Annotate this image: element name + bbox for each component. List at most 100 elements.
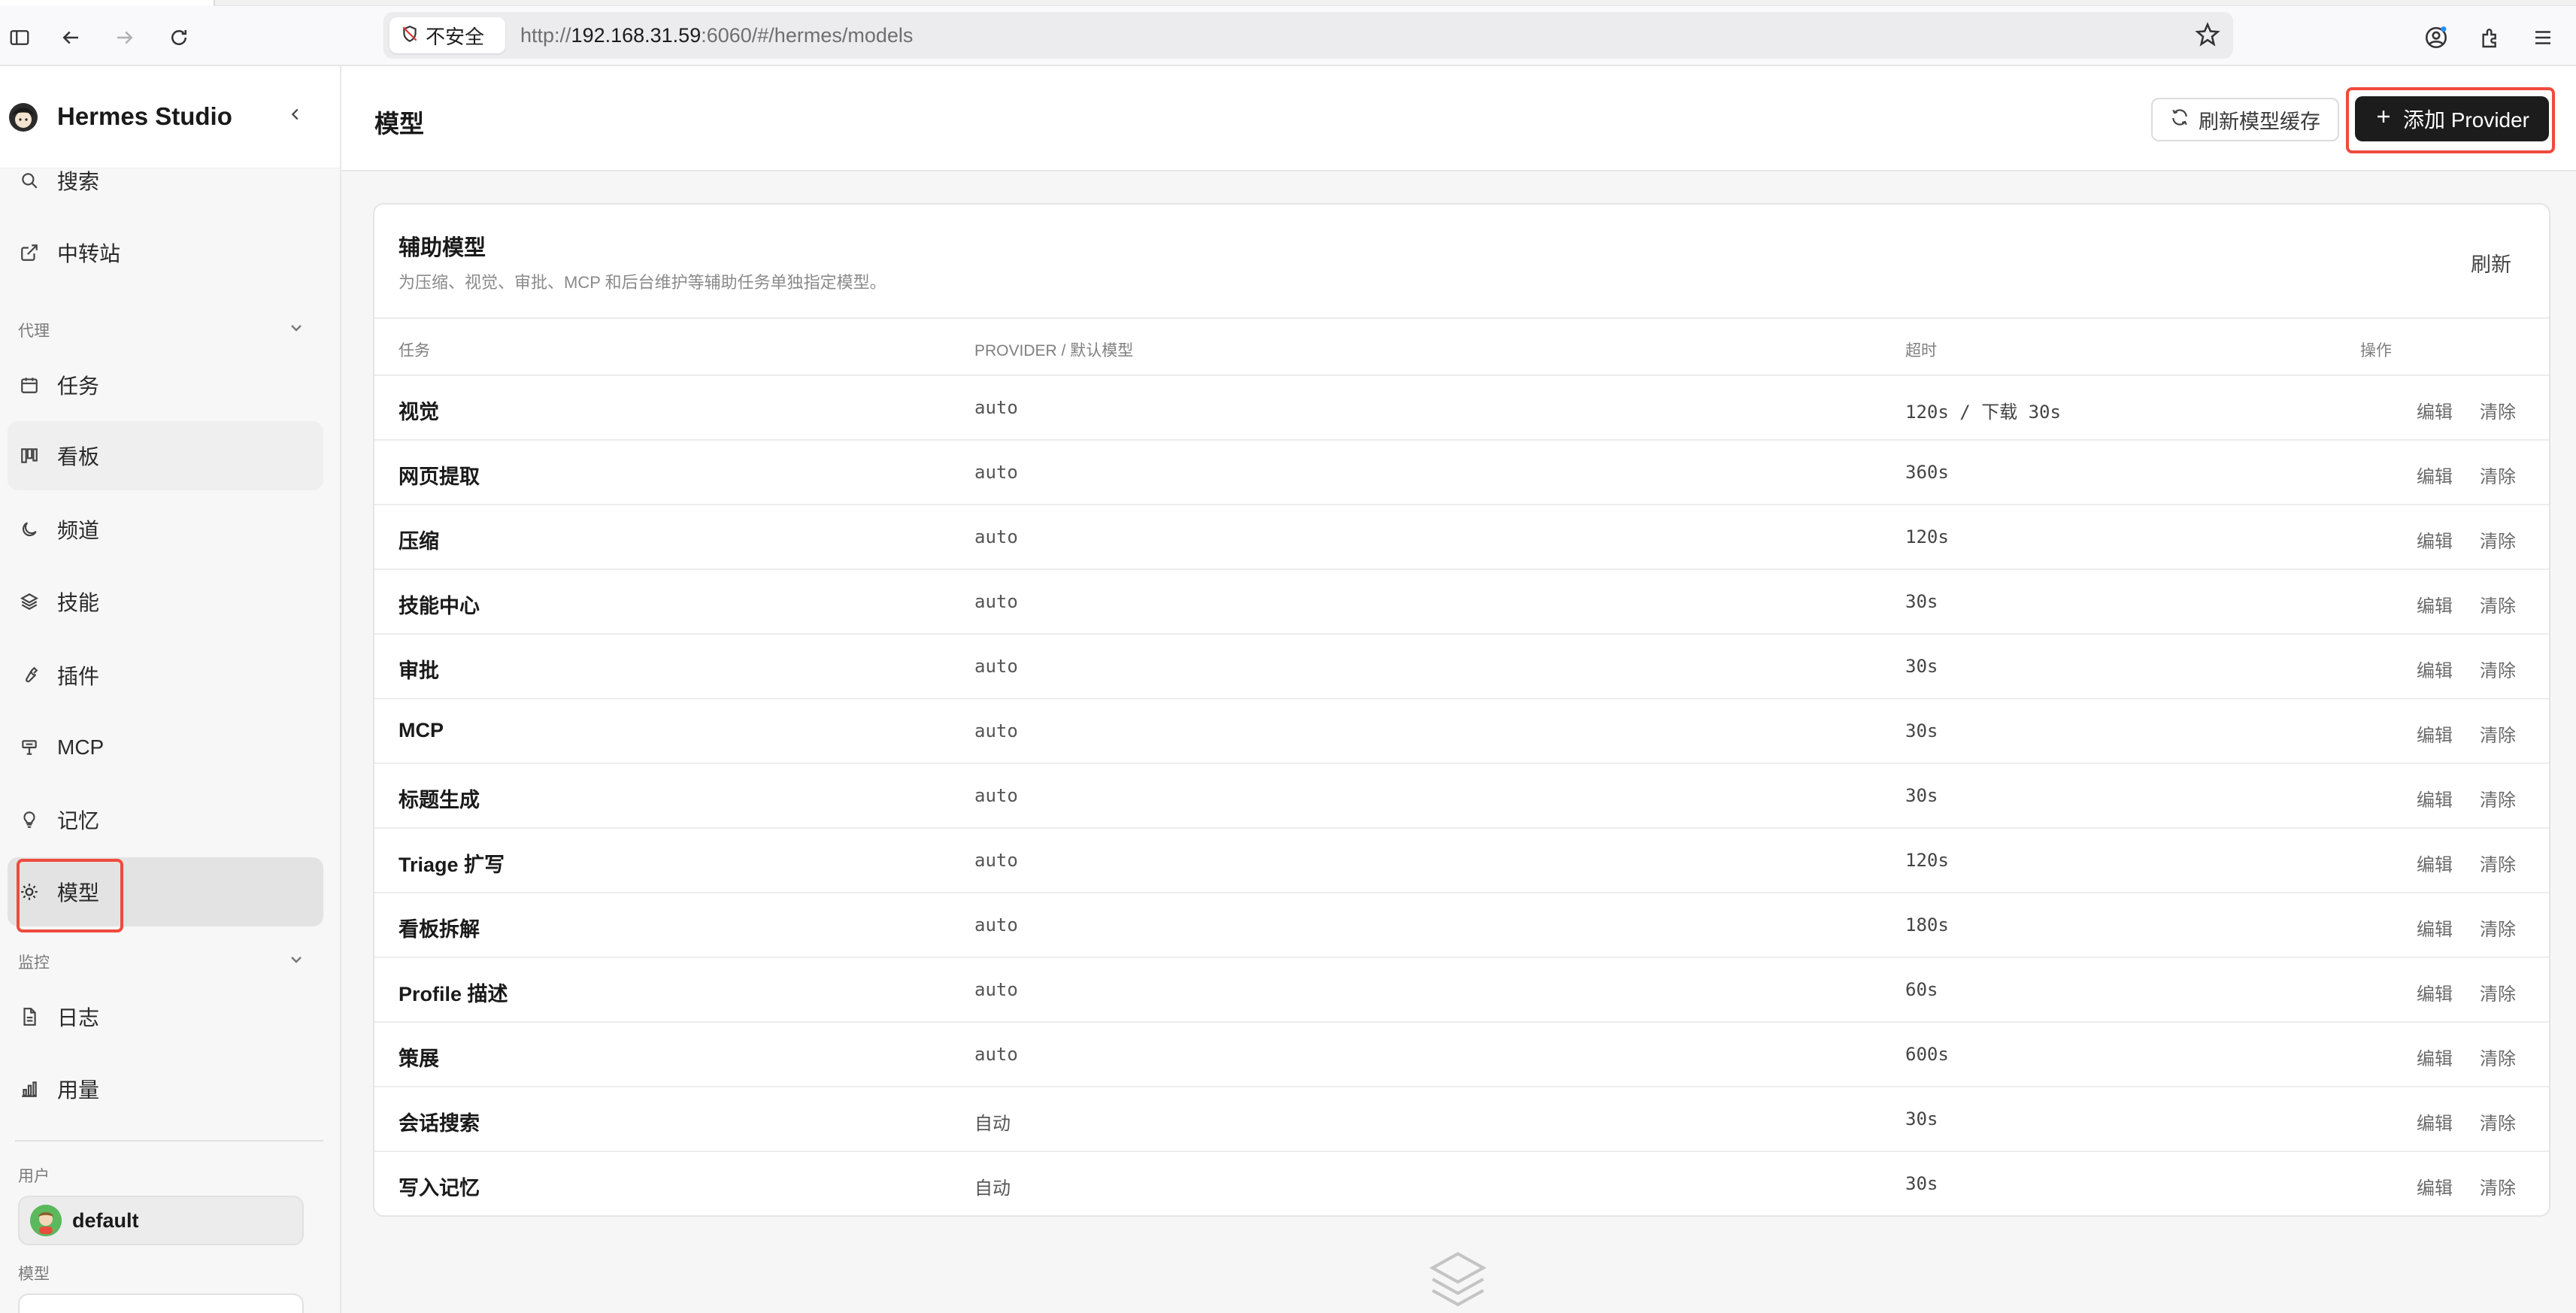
provider-value: auto [974,526,1018,547]
sidebar-item-label: 记忆 [57,809,100,832]
timeout-value: 360s [1905,462,1949,483]
menu-icon[interactable] [2526,21,2559,54]
shield-warning-icon [400,24,420,47]
timeout-value: 180s [1905,914,1949,935]
edit-button[interactable]: 编辑 [2417,1108,2453,1135]
edit-button[interactable]: 编辑 [2417,656,2453,682]
timeout-value: 30s [1905,591,1938,612]
clear-button[interactable]: 清除 [2480,1173,2516,1199]
sidebar-item-models[interactable]: 模型 [8,857,323,926]
task-name: 标题生成 [399,789,480,811]
table-header: 任务 PROVIDER / 默认模型 超时 操作 [374,317,2549,376]
forward-icon[interactable] [108,21,141,54]
table-row: 标题生成 auto 30s 编辑 清除 [374,764,2549,829]
bar-chart-icon [18,1078,41,1100]
section-label-monitor: 监控 [18,954,50,972]
edit-button[interactable]: 编辑 [2417,1044,2453,1070]
clear-button[interactable]: 清除 [2480,1044,2516,1070]
user-selector[interactable]: default [18,1196,304,1245]
aux-models-refresh-button[interactable]: 刷新 [2471,248,2511,277]
timeout-value: 30s [1905,1108,1938,1130]
plus-icon [2374,107,2393,131]
sidebar-item-label: 日志 [57,1006,100,1029]
address-bar[interactable]: 不安全 http://192.168.31.59:6060/#/hermes/m… [383,12,2233,59]
aux-models-subtitle: 为压缩、视觉、审批、MCP 和后台维护等辅助任务单独指定模型。 [399,273,886,292]
clear-button[interactable]: 清除 [2480,656,2516,682]
timeout-value: 30s [1905,1173,1938,1194]
edit-button[interactable]: 编辑 [2417,526,2453,553]
calendar-icon [18,374,41,396]
table-row: 会话搜索 自动 30s 编辑 清除 [374,1087,2549,1152]
table-row: 看板拆解 auto 180s 编辑 清除 [374,893,2549,958]
timeout-value: 120s [1905,850,1949,871]
edit-button[interactable]: 编辑 [2417,397,2453,423]
sidebar-item-label: 搜索 [57,170,100,193]
security-indicator[interactable]: 不安全 [389,17,505,53]
clear-button[interactable]: 清除 [2480,462,2516,488]
collapse-sidebar-chevron-icon[interactable] [284,101,307,128]
clear-button[interactable]: 清除 [2480,914,2516,941]
plug-icon [18,736,41,759]
sidebar-item-skills[interactable]: 技能 [0,567,323,636]
url-text[interactable]: http://192.168.31.59:6060/#/hermes/model… [520,24,913,47]
reload-icon[interactable] [162,21,195,54]
layers-icon [18,590,41,613]
sidebar-item-channels[interactable]: 频道 [0,495,323,564]
sidebar-divider [15,1140,323,1142]
clear-button[interactable]: 清除 [2480,397,2516,423]
edit-button[interactable]: 编辑 [2417,462,2453,488]
sidebar-item-plugins[interactable]: 插件 [0,641,323,710]
file-icon [18,1005,41,1028]
sidebar-item-label: 用量 [57,1078,100,1102]
sidebar-item-memory[interactable]: 记忆 [0,785,323,854]
moon-icon [18,518,41,541]
clear-button[interactable]: 清除 [2480,526,2516,553]
sidebar-item-kanban[interactable]: 看板 [8,421,323,490]
layers-icon [1424,1245,1492,1313]
clear-button[interactable]: 清除 [2480,785,2516,811]
edit-button[interactable]: 编辑 [2417,979,2453,1005]
refresh-model-cache-button[interactable]: 刷新模型缓存 [2151,98,2339,141]
add-provider-button[interactable]: 添加 Provider [2355,96,2549,141]
edit-button[interactable]: 编辑 [2417,850,2453,876]
active-tab[interactable] [0,0,215,6]
back-icon[interactable] [54,21,87,54]
aux-models-title: 辅助模型 [399,236,486,260]
task-name: Profile 描述 [399,983,508,1005]
task-name: 会话搜索 [399,1112,480,1135]
sidebar-item-logs[interactable]: 日志 [0,982,323,1051]
external-link-icon [18,241,41,264]
table-row: 审批 auto 30s 编辑 清除 [374,635,2549,699]
sidebar-toggle-icon[interactable] [3,21,36,54]
edit-button[interactable]: 编辑 [2417,720,2453,747]
task-name: 看板拆解 [399,918,480,941]
table-row: Triage 扩写 auto 120s 编辑 清除 [374,829,2549,893]
search-icon [18,169,41,192]
clear-button[interactable]: 清除 [2480,850,2516,876]
sidebar-item-tasks[interactable]: 任务 [0,350,323,420]
table-body: 视觉 auto 120s / 下载 30s 编辑 清除 网页提取 auto 36… [374,376,2549,1215]
page-title: 模型 [374,110,424,138]
chevron-down-icon[interactable] [287,319,305,337]
chevron-down-icon[interactable] [287,951,305,969]
sidebar-item-mcp[interactable]: MCP [0,713,323,782]
clear-button[interactable]: 清除 [2480,1108,2516,1135]
task-name: 压缩 [399,530,439,553]
clear-button[interactable]: 清除 [2480,720,2516,747]
sidebar-item-label: 看板 [57,445,100,468]
sidebar-item-search[interactable]: 搜索 [0,153,323,208]
bookmark-star-icon[interactable] [2194,21,2221,52]
edit-button[interactable]: 编辑 [2417,785,2453,811]
clear-button[interactable]: 清除 [2480,979,2516,1005]
model-selector[interactable] [18,1293,304,1313]
clear-button[interactable]: 清除 [2480,591,2516,617]
extensions-icon[interactable] [2474,21,2507,54]
edit-button[interactable]: 编辑 [2417,591,2453,617]
sidebar-item-relay[interactable]: 中转站 [0,226,323,280]
sidebar-item-label: 插件 [57,665,100,688]
account-icon[interactable] [2420,21,2453,54]
edit-button[interactable]: 编辑 [2417,1173,2453,1199]
sidebar-item-usage[interactable]: 用量 [0,1054,323,1123]
column-header-task: 任务 [399,342,430,359]
edit-button[interactable]: 编辑 [2417,914,2453,941]
